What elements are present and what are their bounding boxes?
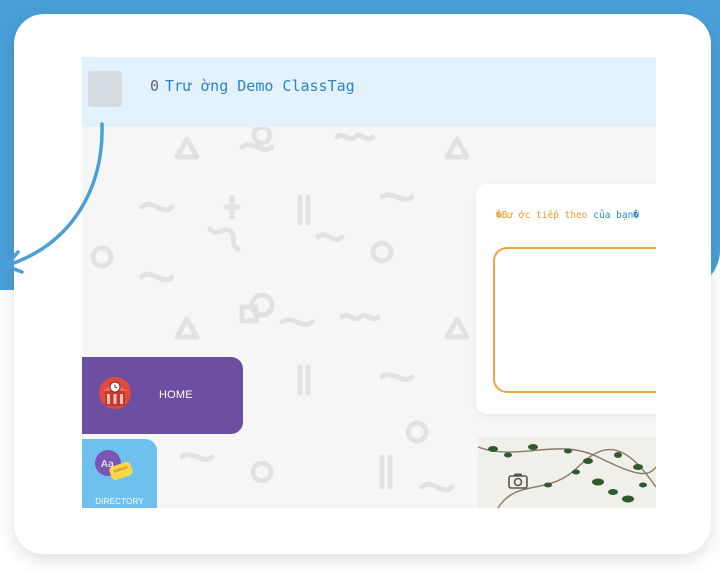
school-logo[interactable] <box>88 71 122 107</box>
contacts-card-icon: Aa <box>95 450 133 481</box>
next-steps-heading-prefix: �Bư ớc tiếp theo <box>496 210 588 221</box>
directory-nav-button[interactable]: Aa DIRECTORY <box>82 439 157 508</box>
next-steps-heading: �Bư ớc tiếp theo của bạn� <box>496 210 639 221</box>
camera-icon[interactable] <box>508 472 528 489</box>
next-steps-heading-suffix: của bạn� <box>593 210 640 221</box>
home-nav-button[interactable]: HOME <box>82 357 243 434</box>
plant-vines-image <box>478 437 656 508</box>
next-steps-content-box[interactable] <box>493 247 656 393</box>
app-screen: 0 Trư ờng Demo ClassTag �Bư ớc tiếp theo … <box>82 57 656 508</box>
school-building-clock-icon <box>99 377 131 409</box>
next-steps-panel: �Bư ớc tiếp theo của bạn� <box>476 184 656 414</box>
school-index: 0 <box>150 77 160 95</box>
top-header-bar: 0 Trư ờng Demo ClassTag <box>82 57 656 127</box>
school-name: Trư ờng Demo ClassTag <box>165 77 355 95</box>
curved-arrow-icon <box>4 122 104 274</box>
home-nav-label: HOME <box>159 389 193 401</box>
school-title: 0 Trư ờng Demo ClassTag <box>150 77 355 95</box>
directory-nav-label: DIRECTORY <box>95 497 144 506</box>
background-photo-plants <box>478 437 656 508</box>
